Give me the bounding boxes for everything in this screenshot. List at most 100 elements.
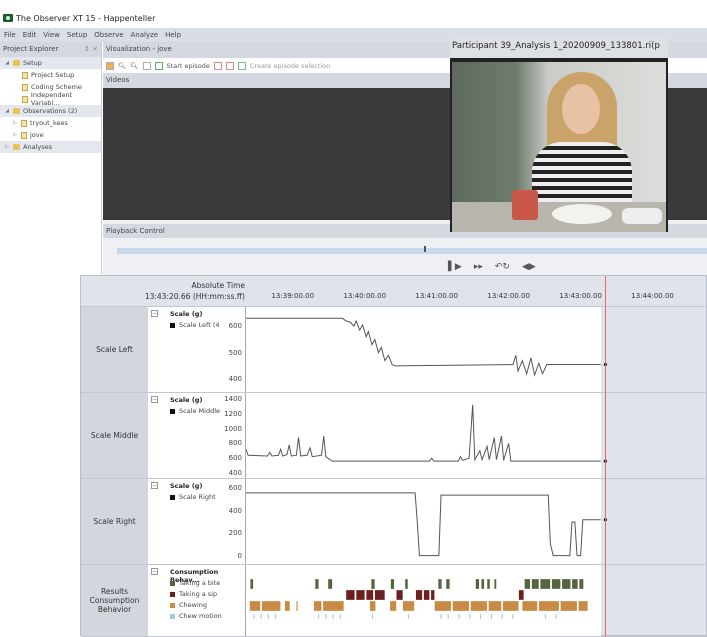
project-explorer: Project Explorer ↕ × ◢ Setup Project Setup… [0, 42, 102, 282]
playback-slider-thumb[interactable] [423, 246, 426, 252]
event-bar [522, 600, 538, 612]
create-selection-icon[interactable] [237, 61, 246, 70]
legend-label: Taking a bite [179, 579, 221, 587]
zoom-out-icon[interactable]: 🔍︎ [130, 62, 138, 70]
open-icon[interactable] [142, 61, 151, 70]
event-bar [512, 613, 514, 620]
tree-item[interactable]: ◢ Setup [0, 57, 101, 69]
event-bar [560, 600, 578, 612]
create-episode-selection-button[interactable]: Create episode selection [250, 62, 330, 70]
event-bar [475, 578, 480, 590]
event-bar [371, 613, 374, 620]
select-tool-icon[interactable] [106, 61, 114, 70]
end-episode-icon[interactable] [213, 61, 222, 70]
time-cursor[interactable] [605, 276, 607, 637]
legend-label: Chewing [179, 601, 208, 609]
collapse-icon[interactable]: − [151, 568, 158, 575]
current-time: 13:43:20.66 (HH:mm:ss.ff) [144, 292, 245, 301]
event-bar [404, 578, 409, 590]
expand-arrow-icon[interactable]: ▷ [4, 144, 10, 150]
pin-close-buttons[interactable]: ↕ × [84, 45, 98, 54]
tree-item[interactable]: Independent Variabl... [0, 91, 101, 107]
zoom-in-icon[interactable]: 🔍︎ [118, 62, 126, 70]
start-episode-button[interactable]: Start episode [167, 62, 210, 70]
bowl [622, 208, 662, 224]
menu-setup[interactable]: Setup [67, 31, 87, 39]
event-bar [369, 600, 376, 612]
y-tick-label: 600 [228, 322, 242, 331]
document-icon [22, 71, 28, 79]
videos-title: Videos [106, 76, 130, 84]
tree-item-label: tryout_kees [30, 119, 68, 127]
y-tick-label: 1200 [224, 409, 242, 418]
legend-item: Scale Right [170, 493, 216, 501]
collapse-icon[interactable]: − [151, 310, 158, 317]
prev-next-icon[interactable]: ◀▶ [522, 262, 536, 272]
event-bar [332, 613, 334, 620]
expand-arrow-icon[interactable]: ▷ [12, 132, 18, 138]
event-bar [249, 600, 261, 612]
event-bar [447, 613, 450, 620]
remove-episode-icon[interactable] [225, 61, 234, 70]
expand-arrow-icon[interactable]: ◢ [4, 108, 10, 114]
legend-swatch [170, 322, 175, 328]
rewind-reload-icon[interactable]: ↶↻ [495, 262, 510, 272]
menu-file[interactable]: File [4, 31, 16, 39]
document-icon [22, 83, 28, 91]
tree-item[interactable]: ▷ tryout_kees [0, 117, 101, 129]
legend-item: Taking a sip [170, 590, 217, 598]
event-bar [402, 600, 415, 612]
time-tick-label: 13:40:00.00 [343, 292, 387, 300]
menu-observe[interactable]: Observe [94, 31, 123, 39]
legend-item: Chewing [170, 601, 207, 609]
row-legend: − Scale (g) Scale Right 600 400 200 0 [148, 479, 246, 564]
timeline-row: Scale Left − Scale (g) Scale Left (4 600 50… [81, 307, 707, 393]
y-tick-label: 1400 [224, 395, 242, 403]
event-bar [481, 578, 485, 590]
y-tick-label: 1000 [224, 424, 242, 433]
row-legend: − Consumption Behav... Taking a bite Takin… [148, 565, 246, 636]
legend-swatch [170, 602, 175, 608]
menu-edit[interactable]: Edit [23, 31, 37, 39]
legend-title: Scale (g) [170, 482, 203, 490]
tree-item[interactable]: ▷ Analyses [0, 141, 101, 153]
event-bar [284, 600, 291, 612]
event-bar [524, 578, 531, 590]
expand-arrow-icon[interactable]: ▷ [12, 120, 18, 126]
start-episode-icon[interactable] [154, 61, 163, 70]
y-tick-label: 0 [237, 551, 242, 560]
event-bar [437, 578, 442, 590]
video-frame [452, 62, 666, 232]
step-frames-icon[interactable]: ▸▸ [474, 262, 483, 272]
legend-item: Scale Middle [170, 407, 220, 415]
time-tick-label: 13:43:00.00 [559, 292, 602, 300]
tree-item[interactable]: ▷ jove [0, 129, 101, 141]
legend-item: Taking a bite [170, 579, 220, 587]
folder-icon [13, 60, 20, 66]
expand-arrow-icon[interactable]: ◢ [4, 60, 10, 66]
y-tick-label: 500 [228, 348, 242, 357]
playback-slider[interactable] [117, 246, 707, 254]
menu-view[interactable]: View [43, 31, 60, 39]
collapse-icon[interactable]: − [151, 482, 158, 489]
tree-item[interactable]: Project Setup [0, 69, 101, 81]
event-bar [253, 613, 255, 620]
person-face [562, 84, 600, 134]
timeline-panel: Absolute Time 13:43:20.66 (HH:mm:ss.ff) … [80, 275, 707, 637]
project-explorer-title: Project Explorer [3, 45, 59, 53]
collapse-icon[interactable]: − [151, 396, 158, 403]
tree-item-label: Project Setup [31, 71, 75, 79]
timeline-row: Results Consumption Behavior − Consumpti… [81, 565, 707, 637]
menu-analyze[interactable]: Analyze [131, 31, 159, 39]
play-pause-icon[interactable]: ▌▶ [448, 262, 462, 272]
video-player[interactable]: Participant 39_Analysis 1_20200909_13380… [450, 38, 668, 232]
event-bar [538, 600, 560, 612]
event-bar [502, 600, 519, 612]
event-bar [579, 578, 584, 590]
window-title: The Observer XT 15 - Happenteller [16, 14, 156, 23]
document-icon [21, 131, 27, 139]
folder-icon [13, 144, 20, 150]
menu-help[interactable]: Help [165, 31, 181, 39]
row-legend: − Scale (g) Scale Middle 1400 1200 1000 800 60… [148, 393, 246, 478]
document-icon [21, 119, 27, 127]
